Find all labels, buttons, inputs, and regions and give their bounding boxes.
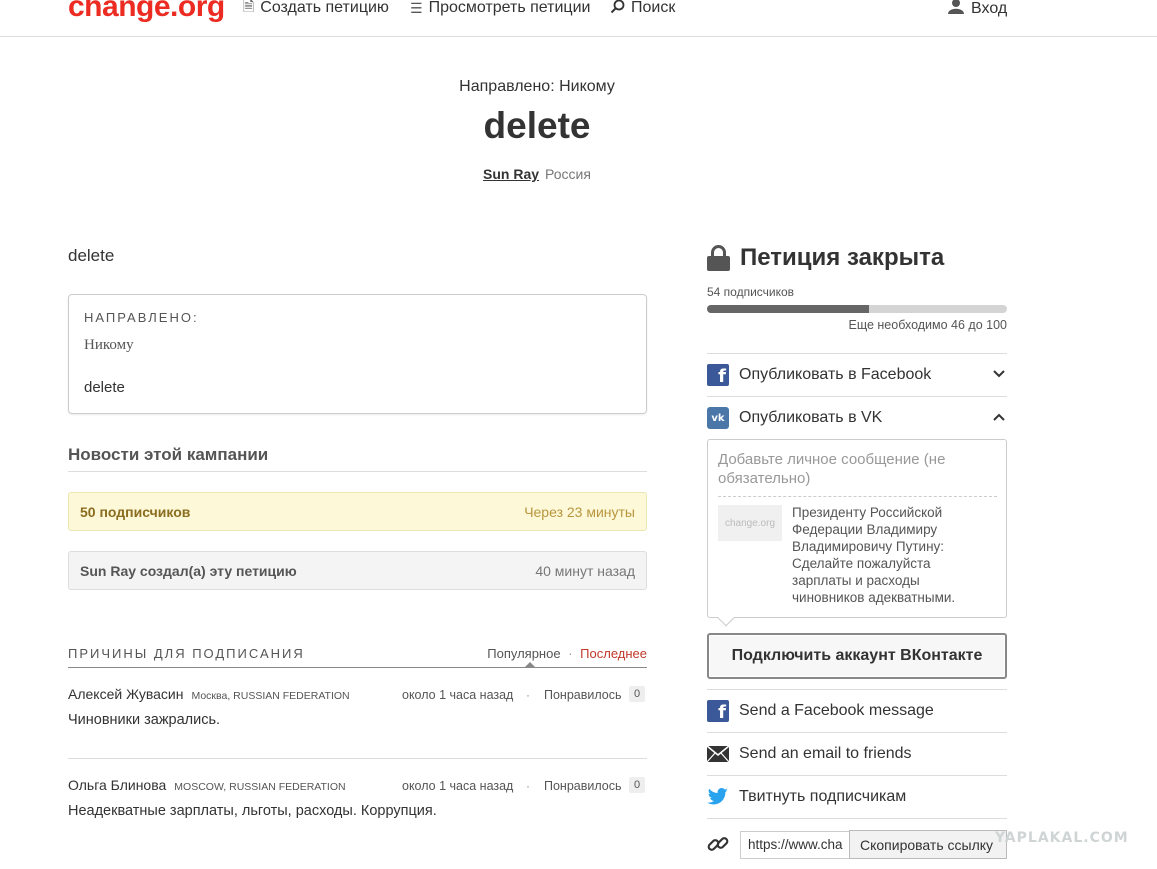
sort-latest-tab[interactable]: Последнее — [580, 646, 647, 661]
author-link[interactable]: Sun Ray — [483, 166, 539, 182]
tweet-label: Твитнуть подписчикам — [739, 788, 907, 805]
letter-directed-label: НАПРАВЛЕНО: — [84, 310, 199, 325]
share-link-input[interactable]: https://www.cha — [740, 831, 852, 859]
reason-like-button[interactable]: Понравилось — [544, 688, 622, 702]
chevron-down-icon — [993, 366, 1005, 381]
campaign-news-heading: Новости этой кампании — [68, 445, 647, 472]
reason-author: Ольга Блинова — [68, 777, 167, 793]
petition-status: Петиция закрыта — [740, 244, 945, 271]
sort-active-caret — [524, 662, 536, 668]
reason-text: Чиновники зажрались. — [68, 712, 221, 728]
reason-like-button[interactable]: Понравилось — [544, 779, 622, 793]
petition-directed-to: Направлено: Никому — [459, 78, 615, 95]
reason-location: Москва, RUSSIAN FEDERATION — [191, 690, 350, 702]
watermark: YAPLAKAL.COM — [995, 830, 1129, 846]
update-date: Через 23 минуты — [524, 503, 635, 520]
nav-create-petition-label: Создать петицию — [260, 0, 389, 16]
share-vk-row[interactable]: vk Опубликовать в VK — [707, 396, 1007, 439]
link-icon — [707, 833, 729, 861]
petition-title: delete — [483, 105, 591, 146]
reasons-heading: ПРИЧИНЫ ДЛЯ ПОДПИСАНИЯ — [68, 646, 305, 661]
connect-vk-button[interactable]: Подключить аккаунт ВКонтакте — [707, 633, 1007, 679]
facebook-message-row[interactable]: f Send a Facebook message — [707, 689, 1007, 732]
reason-time: около 1 часа назад — [402, 779, 514, 793]
reason-text: Неадекватные зарплаты, льготы, расходы. … — [68, 803, 437, 819]
reasons-sort: Популярное · Последнее — [487, 646, 647, 661]
news-update-created[interactable]: Sun Ray создал(а) эту петицию 40 минут н… — [68, 551, 647, 590]
share-link-row: https://www.cha Скопировать ссылку — [707, 818, 1007, 869]
tweet-row[interactable]: Твитнуть подписчикам — [707, 775, 1007, 818]
nav-browse-petitions-label: Просмотреть петиции — [428, 0, 591, 16]
vk-box-pointer — [717, 609, 735, 627]
vk-preview-thumbnail: change.org — [718, 505, 782, 541]
list-icon: ☰ — [410, 0, 423, 16]
email-friends-label: Send an email to friends — [739, 745, 912, 762]
nav-search-label: Поиск — [631, 0, 676, 16]
login-label: Вход — [971, 0, 1008, 17]
reasons-header: ПРИЧИНЫ ДЛЯ ПОДПИСАНИЯ Популярное · Посл… — [68, 644, 647, 668]
share-vk-label: Опубликовать в VK — [739, 409, 883, 426]
share-facebook-row[interactable]: f Опубликовать в Facebook — [707, 353, 1007, 396]
petition-closed-heading: Петиция закрыта — [707, 244, 944, 272]
petition-description: delete — [68, 246, 115, 265]
letter-body: delete — [84, 379, 125, 396]
facebook-icon: f — [707, 700, 729, 722]
signatures-needed: Еще необходимо 46 до 100 — [848, 318, 1008, 332]
update-text: Sun Ray создал(а) эту петицию — [80, 562, 297, 579]
vk-message-input[interactable]: Добавьте личное сообщение (не обязательн… — [718, 450, 997, 497]
nav-create-petition[interactable]: 🗎 Создать петицию — [243, 0, 389, 18]
vk-share-box: Добавьте личное сообщение (не обязательн… — [707, 439, 1007, 627]
signature-progress-fill — [707, 305, 869, 313]
share-facebook-label: Опубликовать в Facebook — [739, 366, 932, 383]
reason-item: Алексей Жувасин Москва, RUSSIAN FEDERATI… — [68, 686, 647, 759]
nav-search[interactable]: Поиск — [610, 0, 675, 18]
envelope-icon — [707, 743, 729, 765]
sort-separator: · — [568, 646, 573, 661]
email-friends-row[interactable]: Send an email to friends — [707, 732, 1007, 775]
reason-item: Ольга Блинова MOSCOW, RUSSIAN FEDERATION… — [68, 777, 647, 819]
reason-author: Алексей Жувасин — [68, 686, 184, 702]
user-icon — [948, 0, 964, 19]
petition-letter-card: НАПРАВЛЕНО: Никому delete — [68, 294, 647, 414]
news-update-milestone[interactable]: 50 подписчиков Через 23 минуты — [68, 492, 647, 531]
vk-preview-text: Президенту Российской Федерации Владимир… — [792, 505, 956, 605]
login-link[interactable]: Вход — [948, 0, 1007, 19]
facebook-message-label: Send a Facebook message — [739, 702, 934, 719]
vk-icon: vk — [707, 407, 729, 429]
reason-time: около 1 часа назад — [402, 688, 514, 702]
chevron-up-icon — [993, 409, 1005, 424]
facebook-icon: f — [707, 364, 729, 386]
sort-popular-tab[interactable]: Популярное — [487, 646, 560, 661]
update-date: 40 минут назад — [535, 562, 635, 579]
reason-location: MOSCOW, RUSSIAN FEDERATION — [174, 781, 346, 793]
reason-separator: · — [526, 688, 530, 702]
lock-icon — [707, 245, 730, 271]
author-country: Россия — [545, 166, 591, 182]
signer-count: 54 подписчиков — [707, 285, 795, 299]
document-icon: 🗎 — [243, 0, 255, 14]
search-icon — [610, 0, 625, 17]
twitter-icon — [707, 786, 729, 808]
nav-browse-petitions[interactable]: ☰ Просмотреть петиции — [410, 0, 590, 18]
top-navigation-bar: change.org 🗎 Создать петицию ☰ Просмотре… — [0, 0, 1157, 37]
change-org-logo[interactable]: change.org — [68, 0, 225, 24]
reason-separator: · — [526, 779, 530, 793]
copy-link-button[interactable]: Скопировать ссылку — [849, 830, 1007, 859]
petition-author-line: Sun Ray Россия — [0, 166, 1074, 182]
update-text: 50 подписчиков — [80, 503, 191, 520]
letter-recipient: Никому — [84, 337, 134, 353]
reason-like-count: 0 — [629, 777, 646, 793]
signature-progress-bar — [707, 305, 1007, 313]
reason-like-count: 0 — [629, 686, 646, 702]
